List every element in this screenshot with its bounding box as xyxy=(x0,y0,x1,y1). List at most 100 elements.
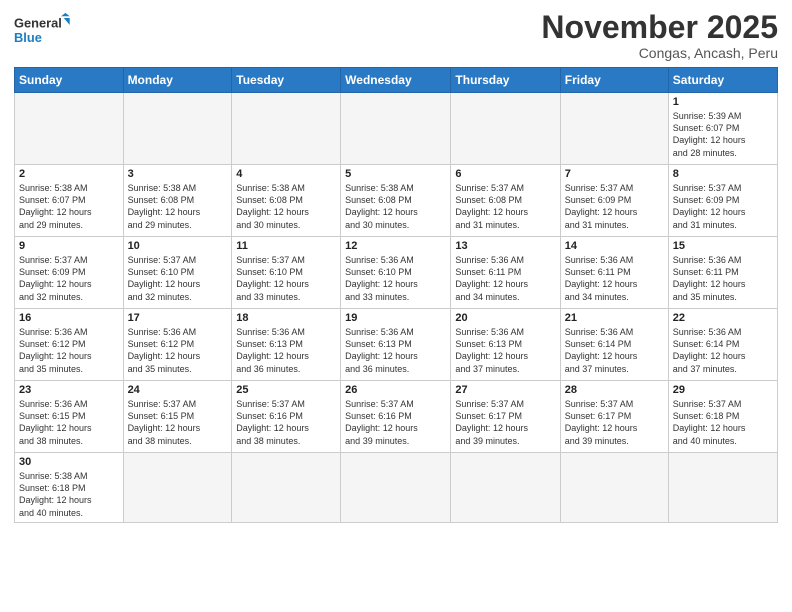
day-cell: 26 Sunrise: 5:37 AM Sunset: 6:16 PM Dayli… xyxy=(341,381,451,453)
day-number: 7 xyxy=(565,168,664,180)
day-cell: 5Sunrise: 5:38 AM Sunset: 6:08 PM Daylig… xyxy=(341,165,451,237)
day-number: 6 xyxy=(455,168,555,180)
day-info: Sunrise: 5:36 AM Sunset: 6:10 PM Dayligh… xyxy=(345,254,446,303)
day-info: Sunrise: 5:36 AM Sunset: 6:15 PM Dayligh… xyxy=(19,398,119,447)
day-cell xyxy=(232,453,341,523)
day-cell xyxy=(232,93,341,165)
title-block: November 2025 Congas, Ancash, Peru xyxy=(541,10,778,61)
day-info: Sunrise: 5:38 AM Sunset: 6:18 PM Dayligh… xyxy=(19,470,119,519)
day-cell: 23Sunrise: 5:36 AM Sunset: 6:15 PM Dayli… xyxy=(15,381,124,453)
day-number: 13 xyxy=(455,240,555,252)
day-number: 9 xyxy=(19,240,119,252)
logo-svg: General Blue xyxy=(14,10,74,50)
day-number: 30 xyxy=(19,456,119,468)
day-info: Sunrise: 5:38 AM Sunset: 6:07 PM Dayligh… xyxy=(19,182,119,231)
day-cell: 18 Sunrise: 5:36 AM Sunset: 6:13 PM Dayli… xyxy=(232,309,341,381)
day-cell xyxy=(341,93,451,165)
day-cell: 13 Sunrise: 5:36 AM Sunset: 6:11 PM Dayli… xyxy=(451,237,560,309)
day-info: Sunrise: 5:37 AM Sunset: 6:09 PM Dayligh… xyxy=(673,182,773,231)
calendar-table: Sunday Monday Tuesday Wednesday Thursday… xyxy=(14,67,778,523)
day-info: Sunrise: 5:36 AM Sunset: 6:13 PM Dayligh… xyxy=(236,326,336,375)
week-row-4: 16 Sunrise: 5:36 AM Sunset: 6:12 PM Dayli… xyxy=(15,309,778,381)
day-number: 18 xyxy=(236,312,336,324)
day-cell: 11 Sunrise: 5:37 AM Sunset: 6:10 PM Dayli… xyxy=(232,237,341,309)
day-number: 29 xyxy=(673,384,773,396)
day-cell: 12 Sunrise: 5:36 AM Sunset: 6:10 PM Dayli… xyxy=(341,237,451,309)
day-number: 4 xyxy=(236,168,336,180)
col-monday: Monday xyxy=(123,68,232,93)
day-number: 8 xyxy=(673,168,773,180)
month-title: November 2025 xyxy=(541,10,778,45)
day-cell: 27 Sunrise: 5:37 AM Sunset: 6:17 PM Dayli… xyxy=(451,381,560,453)
week-row-5: 23Sunrise: 5:36 AM Sunset: 6:15 PM Dayli… xyxy=(15,381,778,453)
day-cell: 28Sunrise: 5:37 AM Sunset: 6:17 PM Dayli… xyxy=(560,381,668,453)
day-cell: 29Sunrise: 5:37 AM Sunset: 6:18 PM Dayli… xyxy=(668,381,777,453)
day-cell: 2Sunrise: 5:38 AM Sunset: 6:07 PM Daylig… xyxy=(15,165,124,237)
day-info: Sunrise: 5:37 AM Sunset: 6:09 PM Dayligh… xyxy=(565,182,664,231)
day-cell: 8 Sunrise: 5:37 AM Sunset: 6:09 PM Daylig… xyxy=(668,165,777,237)
day-number: 25 xyxy=(236,384,336,396)
week-row-6: 30 Sunrise: 5:38 AM Sunset: 6:18 PM Dayli… xyxy=(15,453,778,523)
day-number: 14 xyxy=(565,240,664,252)
day-number: 21 xyxy=(565,312,664,324)
day-cell xyxy=(341,453,451,523)
day-number: 26 xyxy=(345,384,446,396)
day-number: 24 xyxy=(128,384,228,396)
week-row-3: 9 Sunrise: 5:37 AM Sunset: 6:09 PM Daylig… xyxy=(15,237,778,309)
day-info: Sunrise: 5:36 AM Sunset: 6:13 PM Dayligh… xyxy=(345,326,446,375)
day-cell xyxy=(560,93,668,165)
day-info: Sunrise: 5:36 AM Sunset: 6:11 PM Dayligh… xyxy=(455,254,555,303)
day-cell: 7 Sunrise: 5:37 AM Sunset: 6:09 PM Daylig… xyxy=(560,165,668,237)
day-info: Sunrise: 5:36 AM Sunset: 6:14 PM Dayligh… xyxy=(673,326,773,375)
day-cell xyxy=(451,93,560,165)
day-cell: 3Sunrise: 5:38 AM Sunset: 6:08 PM Daylig… xyxy=(123,165,232,237)
day-number: 1 xyxy=(673,96,773,108)
day-number: 27 xyxy=(455,384,555,396)
day-info: Sunrise: 5:36 AM Sunset: 6:11 PM Dayligh… xyxy=(673,254,773,303)
day-cell: 17 Sunrise: 5:36 AM Sunset: 6:12 PM Dayli… xyxy=(123,309,232,381)
day-cell: 19 Sunrise: 5:36 AM Sunset: 6:13 PM Dayli… xyxy=(341,309,451,381)
day-cell: 24 Sunrise: 5:37 AM Sunset: 6:15 PM Dayli… xyxy=(123,381,232,453)
week-row-1: 1 Sunrise: 5:39 AM Sunset: 6:07 PM Daylig… xyxy=(15,93,778,165)
day-number: 16 xyxy=(19,312,119,324)
svg-text:Blue: Blue xyxy=(14,30,42,45)
day-cell: 20Sunrise: 5:36 AM Sunset: 6:13 PM Dayli… xyxy=(451,309,560,381)
day-cell: 22 Sunrise: 5:36 AM Sunset: 6:14 PM Dayli… xyxy=(668,309,777,381)
day-info: Sunrise: 5:37 AM Sunset: 6:10 PM Dayligh… xyxy=(236,254,336,303)
day-number: 10 xyxy=(128,240,228,252)
day-cell: 15Sunrise: 5:36 AM Sunset: 6:11 PM Dayli… xyxy=(668,237,777,309)
day-number: 20 xyxy=(455,312,555,324)
col-wednesday: Wednesday xyxy=(341,68,451,93)
day-number: 17 xyxy=(128,312,228,324)
day-cell: 14 Sunrise: 5:36 AM Sunset: 6:11 PM Dayli… xyxy=(560,237,668,309)
day-info: Sunrise: 5:39 AM Sunset: 6:07 PM Dayligh… xyxy=(673,110,773,159)
day-number: 12 xyxy=(345,240,446,252)
day-number: 22 xyxy=(673,312,773,324)
day-info: Sunrise: 5:37 AM Sunset: 6:17 PM Dayligh… xyxy=(455,398,555,447)
day-cell: 16 Sunrise: 5:36 AM Sunset: 6:12 PM Dayli… xyxy=(15,309,124,381)
day-info: Sunrise: 5:37 AM Sunset: 6:15 PM Dayligh… xyxy=(128,398,228,447)
day-cell: 9 Sunrise: 5:37 AM Sunset: 6:09 PM Daylig… xyxy=(15,237,124,309)
day-number: 19 xyxy=(345,312,446,324)
day-info: Sunrise: 5:37 AM Sunset: 6:16 PM Dayligh… xyxy=(345,398,446,447)
day-cell: 30 Sunrise: 5:38 AM Sunset: 6:18 PM Dayli… xyxy=(15,453,124,523)
day-info: Sunrise: 5:38 AM Sunset: 6:08 PM Dayligh… xyxy=(128,182,228,231)
day-info: Sunrise: 5:36 AM Sunset: 6:12 PM Dayligh… xyxy=(128,326,228,375)
day-info: Sunrise: 5:37 AM Sunset: 6:09 PM Dayligh… xyxy=(19,254,119,303)
day-cell: 6 Sunrise: 5:37 AM Sunset: 6:08 PM Daylig… xyxy=(451,165,560,237)
day-info: Sunrise: 5:36 AM Sunset: 6:11 PM Dayligh… xyxy=(565,254,664,303)
day-number: 11 xyxy=(236,240,336,252)
day-info: Sunrise: 5:36 AM Sunset: 6:12 PM Dayligh… xyxy=(19,326,119,375)
subtitle: Congas, Ancash, Peru xyxy=(541,45,778,61)
day-info: Sunrise: 5:38 AM Sunset: 6:08 PM Dayligh… xyxy=(236,182,336,231)
day-info: Sunrise: 5:37 AM Sunset: 6:10 PM Dayligh… xyxy=(128,254,228,303)
col-sunday: Sunday xyxy=(15,68,124,93)
day-cell: 25Sunrise: 5:37 AM Sunset: 6:16 PM Dayli… xyxy=(232,381,341,453)
day-number: 5 xyxy=(345,168,446,180)
col-friday: Friday xyxy=(560,68,668,93)
day-cell: 10 Sunrise: 5:37 AM Sunset: 6:10 PM Dayli… xyxy=(123,237,232,309)
day-cell xyxy=(123,453,232,523)
day-cell: 1 Sunrise: 5:39 AM Sunset: 6:07 PM Daylig… xyxy=(668,93,777,165)
day-info: Sunrise: 5:37 AM Sunset: 6:08 PM Dayligh… xyxy=(455,182,555,231)
col-tuesday: Tuesday xyxy=(232,68,341,93)
